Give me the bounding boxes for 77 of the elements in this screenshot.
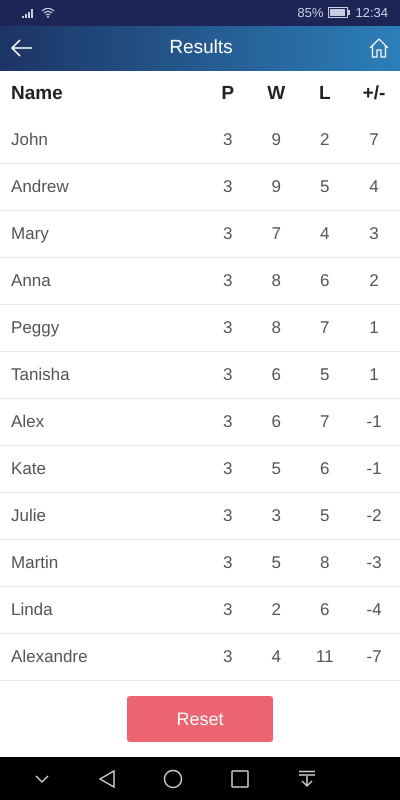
table-cell-text: 6	[319, 600, 330, 620]
table-cell-text: 3	[222, 647, 234, 668]
clock: 12:34	[355, 5, 388, 20]
table-cell-text: Mary	[11, 224, 50, 244]
table-cell-text: Andrew	[11, 177, 70, 198]
table-cell-text: 3	[222, 553, 234, 574]
table-cell-text: 5	[319, 177, 330, 198]
table-cell-text: 3	[222, 318, 234, 338]
table-cell-text: 4	[368, 177, 380, 198]
notification-drawer-icon[interactable]	[298, 770, 316, 788]
table-cell-text: 3	[270, 506, 282, 526]
table-cell-text: Alex	[11, 412, 46, 432]
table-cell-text: 4	[319, 224, 330, 244]
table-cell-text: -1	[365, 412, 383, 432]
table-cell-text: 3	[222, 600, 234, 620]
table-cell-text: 5	[319, 506, 330, 526]
table-cell-text: Julie	[11, 506, 47, 526]
table-cell-text: 8	[319, 553, 330, 574]
table-cell-text: 3	[222, 271, 234, 292]
table-cell-text: Kate	[11, 459, 47, 480]
battery-icon	[328, 7, 350, 18]
table-cell-text: 7	[368, 130, 380, 150]
table-cell-text: 3	[222, 130, 234, 150]
table-cell-text: 3	[222, 365, 234, 386]
table-cell-text: 1	[368, 365, 380, 386]
table-cell-text: 1	[368, 318, 380, 338]
signal-icon	[22, 8, 36, 18]
column-header: Name	[11, 83, 64, 106]
table-cell-text: 2	[319, 130, 330, 150]
screen-title: Results	[169, 37, 233, 60]
home-icon[interactable]	[162, 768, 183, 789]
table-cell-text: 9	[270, 177, 282, 198]
table-cell-text: 3	[222, 506, 234, 526]
table-cell-text: 6	[319, 271, 330, 292]
table-cell-text: 5	[270, 553, 282, 574]
recents-icon[interactable]	[231, 770, 250, 788]
table-cell-text: 3	[368, 224, 380, 244]
table-cell-text: -3	[365, 553, 383, 574]
column-header: L	[318, 83, 332, 106]
table-cell-text: 11	[314, 647, 335, 668]
table-cell-text: Alexandre	[11, 647, 89, 668]
table-cell-text: 7	[270, 224, 282, 244]
column-header: P	[220, 83, 236, 106]
back-icon[interactable]	[98, 770, 115, 788]
table-cell-text: 3	[222, 177, 234, 198]
column-header: +/-	[362, 83, 386, 106]
table-cell-text: 5	[319, 365, 330, 386]
table-cell-text: 2	[368, 271, 380, 292]
table-cell-text: Anna	[11, 271, 52, 292]
table-cell-text: 4	[270, 647, 282, 668]
table-cell-text: 3	[222, 224, 234, 244]
table-cell-text: -1	[365, 459, 383, 480]
table-cell-text: 2	[270, 600, 282, 620]
battery-percent: 85%	[297, 5, 324, 20]
column-header: W	[266, 83, 286, 106]
table-cell-text: 7	[319, 412, 330, 432]
wifi-icon	[41, 7, 55, 18]
table-cell-text: Tanisha	[11, 365, 71, 386]
reset-button[interactable]: Reset	[127, 696, 273, 742]
table-cell-text: 3	[222, 459, 234, 480]
table-cell-text: 6	[319, 459, 330, 480]
table-cell-text: -4	[365, 600, 383, 620]
table-cell-text: 6	[270, 365, 282, 386]
table-cell-text: -7	[365, 647, 383, 668]
table-cell-text: 8	[270, 271, 282, 292]
table-cell-text: 3	[222, 412, 234, 432]
table-cell-text: 8	[270, 318, 282, 338]
table-cell-text: Peggy	[11, 318, 60, 338]
table-cell-text: 7	[319, 318, 330, 338]
table-cell-text: 9	[270, 130, 282, 150]
table-cell-text: Linda	[11, 600, 54, 620]
table-cell-text: -2	[365, 506, 383, 526]
table-cell-text: 5	[270, 459, 282, 480]
table-cell-text: Martin	[11, 553, 60, 574]
table-cell-text: 6	[270, 412, 282, 432]
chevron-down-icon[interactable]	[34, 774, 50, 784]
table-cell-text: John	[11, 130, 49, 150]
